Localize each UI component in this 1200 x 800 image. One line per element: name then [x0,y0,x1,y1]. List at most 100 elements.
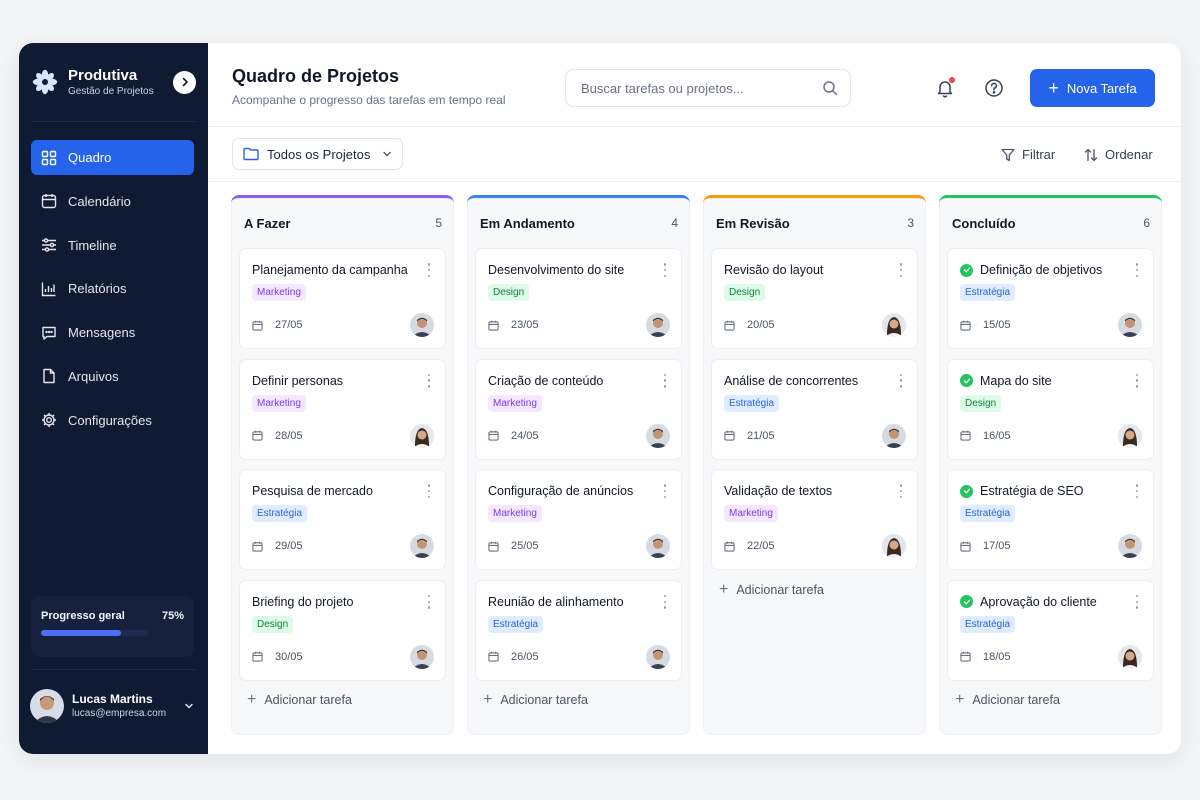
add-task-label: Adicionar tarefa [500,693,588,708]
assignee-avatar[interactable] [882,423,906,448]
task-tag: Design [252,615,294,633]
task-card[interactable]: Mapa do site Design 16/05 [947,358,1154,460]
calendar-icon [724,320,741,331]
search-box [565,69,851,107]
progress-track [41,630,148,636]
assignee-avatar[interactable] [646,644,670,669]
user-menu[interactable]: Lucas Martins lucas@empresa.com [30,688,194,724]
sidebar-item-label: Configurações [68,412,152,428]
task-card[interactable]: Briefing do projeto Design 30/05 [239,579,446,681]
calendar-icon [252,320,269,331]
sliders-icon [40,236,58,254]
assignee-avatar[interactable] [646,423,670,448]
assignee-avatar[interactable] [646,534,670,559]
assignee-avatar[interactable] [410,313,434,337]
more-options-icon[interactable] [660,263,670,277]
more-options-icon[interactable] [424,373,434,388]
calendar-icon [960,651,977,662]
sidebar-item-label: Arquivos [68,368,119,384]
task-card[interactable]: Definir personas Marketing 28/05 [239,358,446,460]
search-input[interactable] [581,80,822,96]
task-card[interactable]: Desenvolvimento do site Design 23/05 [475,248,682,349]
assignee-avatar[interactable] [1118,313,1142,337]
filter-icon [1001,148,1015,161]
task-card[interactable]: Revisão do layout Design 20/05 [711,248,918,349]
task-card[interactable]: Reunião de alinhamento Estratégia 26/05 [475,579,682,681]
task-card[interactable]: Criação de conteúdo Marketing 24/05 [475,358,682,460]
assignee-avatar[interactable] [1118,534,1142,559]
task-card[interactable]: Configuração de anúncios Marketing 25/05 [475,469,682,571]
more-options-icon[interactable] [660,373,670,388]
project-select-label: Todos os Projetos [267,146,371,162]
task-card[interactable]: Análise de concorrentes Estratégia 21/05 [711,358,918,460]
collapse-sidebar-button[interactable] [173,70,196,94]
more-options-icon[interactable] [896,263,906,277]
notifications-button[interactable] [934,77,956,99]
task-card[interactable]: Estratégia de SEO Estratégia 17/05 [947,469,1154,571]
more-options-icon[interactable] [424,263,434,277]
task-due-date: 24/05 [511,429,539,442]
more-options-icon[interactable] [1132,484,1142,499]
new-task-button[interactable]: + Nova Tarefa [1030,69,1155,107]
assignee-avatar[interactable] [882,313,906,337]
more-options-icon[interactable] [1132,594,1142,609]
add-task-label: Adicionar tarefa [972,693,1060,708]
more-options-icon[interactable] [424,594,434,609]
task-card[interactable]: Aprovação do cliente Estratégia 18/05 [947,579,1154,681]
task-tag: Estratégia [252,505,308,523]
add-task-button[interactable]: + Adicionar tarefa [467,690,690,710]
more-options-icon[interactable] [424,484,434,499]
task-title: Definir personas [252,373,344,388]
sort-button[interactable]: Ordenar [1084,147,1153,162]
filter-button[interactable]: Filtrar [1001,147,1055,162]
more-options-icon[interactable] [660,594,670,609]
page-header: Quadro de Projetos Acompanhe o progresso… [208,43,1181,127]
assignee-avatar[interactable] [882,534,906,559]
task-tag: Estratégia [724,394,780,412]
more-options-icon[interactable] [896,373,906,388]
sidebar-item-timeline[interactable]: Timeline [31,228,194,263]
task-card[interactable]: Definição de objetivos Estratégia 15/05 [947,248,1154,349]
task-card[interactable]: Pesquisa de mercado Estratégia 29/05 [239,469,446,571]
more-options-icon[interactable] [896,484,906,499]
chevron-down-icon [185,703,193,709]
add-task-button[interactable]: + Adicionar tarefa [703,580,926,600]
task-due-date: 28/05 [275,429,303,442]
help-button[interactable] [983,77,1005,99]
assignee-avatar[interactable] [1118,644,1142,669]
column-title: Concluído [952,215,1016,231]
sidebar-item-configuracoes[interactable]: Configurações [31,403,194,438]
assignee-avatar[interactable] [410,644,434,669]
sidebar-item-mensagens[interactable]: Mensagens [31,315,194,350]
calendar-icon [960,320,977,331]
assignee-avatar[interactable] [646,313,670,337]
more-options-icon[interactable] [1132,263,1142,277]
add-task-label: Adicionar tarefa [264,693,352,708]
calendar-icon [960,430,977,441]
project-select[interactable]: Todos os Projetos [232,138,403,170]
assignee-avatar[interactable] [410,534,434,559]
sidebar-item-relatorios[interactable]: Relatórios [31,271,194,306]
assignee-avatar[interactable] [1118,423,1142,448]
task-card[interactable]: Planejamento da campanha Marketing 27/05 [239,248,446,349]
overall-progress: Progresso geral 75% [31,596,194,657]
sidebar-item-quadro[interactable]: Quadro [31,140,194,175]
sidebar-item-calendario[interactable]: Calendário [31,184,194,219]
task-card[interactable]: Validação de textos Marketing 22/05 [711,469,918,571]
task-due-date: 27/05 [275,319,303,331]
chevron-right-icon [182,77,188,87]
column-count: 4 [671,216,678,230]
task-tag: Estratégia [960,505,1016,523]
more-options-icon[interactable] [660,484,670,499]
help-icon [985,79,1003,97]
more-options-icon[interactable] [1132,373,1142,388]
calendar-icon [488,651,505,662]
add-task-button[interactable]: + Adicionar tarefa [939,690,1162,710]
folder-icon [243,147,259,161]
assignee-avatar[interactable] [410,423,434,448]
sidebar-nav: Quadro Calendário Timeline Relatórios Me… [31,140,194,447]
add-task-button[interactable]: + Adicionar tarefa [231,690,454,710]
search-icon[interactable] [822,80,838,96]
task-title: Briefing do projeto [252,594,354,609]
sidebar-item-arquivos[interactable]: Arquivos [31,359,194,394]
